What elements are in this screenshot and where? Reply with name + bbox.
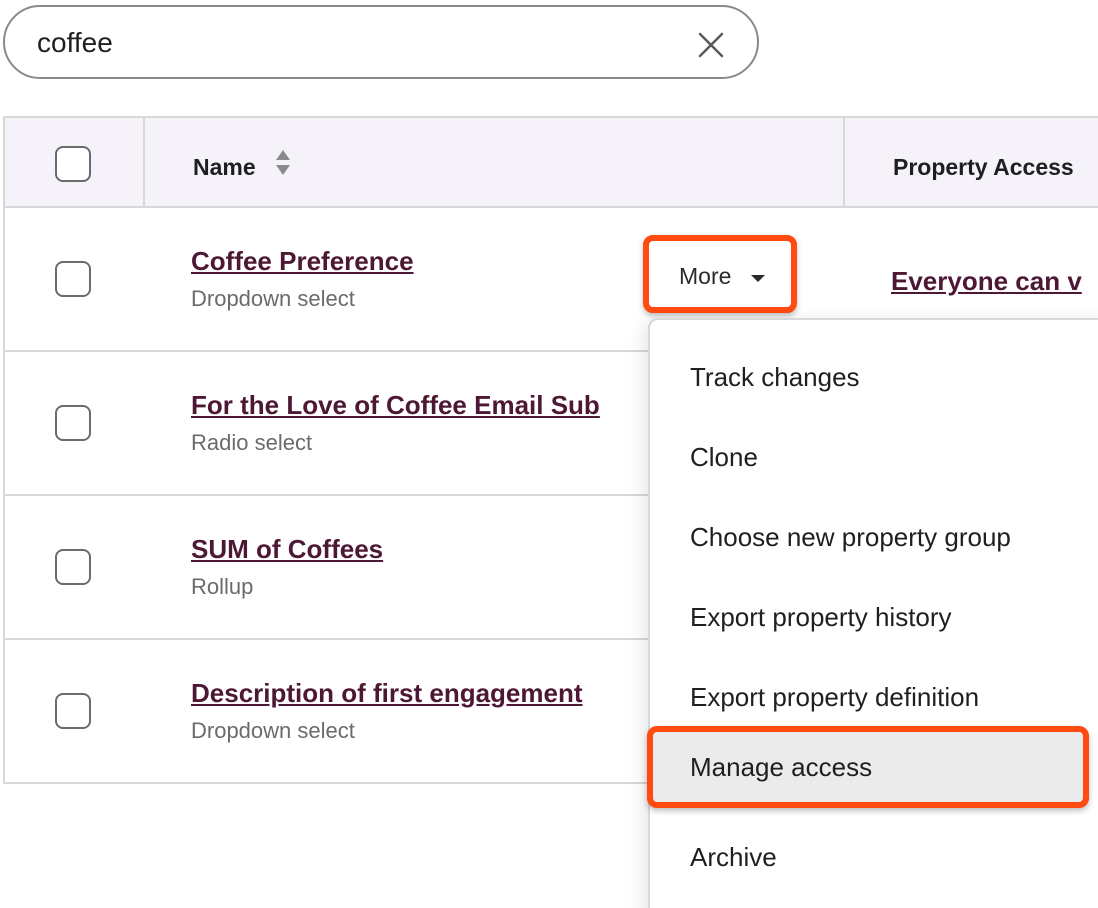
menu-item-label: Export property history [690, 602, 952, 632]
header-name-label: Name [193, 154, 256, 180]
menu-item-export-history[interactable]: Export property history [650, 578, 1090, 658]
row-checkbox[interactable] [55, 261, 91, 297]
search-box [3, 5, 759, 79]
menu-item-choose-group[interactable]: Choose new property group [650, 498, 1090, 578]
more-button[interactable]: More [643, 235, 797, 313]
menu-item-manage-access[interactable]: Manage access [647, 726, 1089, 808]
properties-page: Name Property Access Coffee Preference D… [0, 0, 1098, 908]
property-name-link[interactable]: Description of first engagement [191, 678, 583, 709]
property-type: Rollup [191, 574, 254, 599]
header-name-cell[interactable]: Name [145, 118, 845, 206]
more-actions-menu: Track changes Clone Choose new property … [647, 318, 1098, 908]
menu-item-label: Choose new property group [690, 522, 1011, 552]
property-name-link[interactable]: SUM of Coffees [191, 534, 383, 565]
property-type: Dropdown select [191, 286, 355, 311]
sort-icon[interactable] [275, 148, 291, 178]
menu-item-label: Manage access [690, 752, 873, 782]
property-name-link[interactable]: Coffee Preference [191, 246, 414, 277]
menu-item-clone[interactable]: Clone [650, 418, 1090, 498]
property-name-link[interactable]: For the Love of Coffee Email Sub [191, 390, 600, 421]
header-checkbox-cell [5, 118, 145, 206]
search-input[interactable] [37, 23, 657, 63]
menu-item-archive[interactable]: Archive [650, 818, 1090, 898]
property-type: Radio select [191, 430, 313, 455]
row-checkbox[interactable] [55, 693, 91, 729]
row-checkbox[interactable] [55, 405, 91, 441]
menu-item-label: Archive [690, 842, 777, 872]
table-header: Name Property Access [5, 118, 1098, 208]
header-access-cell[interactable]: Property Access [845, 118, 1098, 206]
row-checkbox[interactable] [55, 549, 91, 585]
menu-item-label: Export property definition [690, 682, 980, 712]
select-all-checkbox[interactable] [55, 146, 91, 182]
caret-down-icon [751, 275, 765, 282]
menu-item-track-changes[interactable]: Track changes [650, 338, 1090, 418]
more-button-label: More [679, 263, 732, 289]
menu-item-label: Clone [690, 442, 758, 472]
property-type: Dropdown select [191, 718, 355, 743]
menu-item-label: Track changes [690, 362, 860, 392]
header-access-label: Property Access [893, 154, 1074, 180]
property-access-link[interactable]: Everyone can v [891, 266, 1082, 297]
close-icon[interactable] [697, 31, 725, 59]
